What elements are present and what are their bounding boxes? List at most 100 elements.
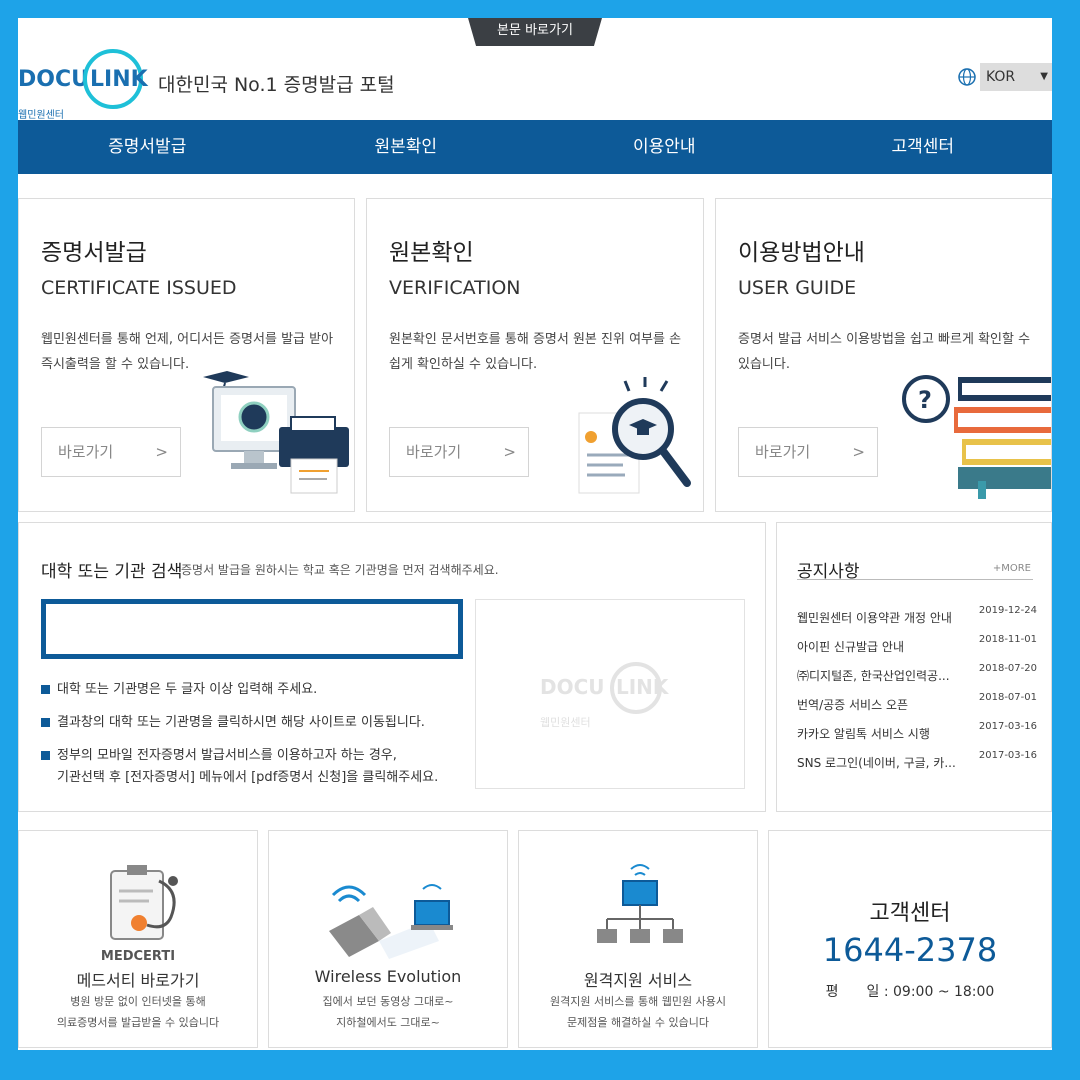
card-description: 원본확인 문서번호를 통해 증명서 원본 진위 여부를 손쉽게 확인하실 수 있… (389, 332, 682, 372)
search-help-item: 정부의 모바일 전자증명서 발급서비스를 이용하고자 하는 경우, 기관선택 후… (41, 745, 461, 789)
svg-text:?: ? (918, 386, 932, 414)
card-title: 원본확인 (389, 240, 474, 266)
notice-item-date: 2018-07-20 (978, 663, 1037, 674)
chevron-right-icon: > (155, 443, 168, 461)
card-verification: 원본확인 VERIFICATION 원본확인 문서번호를 통해 증명서 원본 진… (366, 198, 704, 512)
logo-subtitle: 웹민원센터 (18, 110, 64, 121)
chevron-right-icon: > (852, 443, 865, 461)
button-label: 바로가기 (58, 443, 114, 461)
notice-item[interactable]: ㈜디지털존, 한국산업인력공... 2018-07-20 (797, 663, 1037, 692)
notice-item[interactable]: SNS 로그인(네이버, 구글, 카... 2017-03-16 (797, 750, 1037, 779)
card-user-guide: 이용방법안내 USER GUIDE 증명서 발급 서비스 이용방법을 쉽고 빠르… (715, 198, 1052, 512)
books-question-illustration: ? (902, 375, 1051, 499)
notice-item-title: 카카오 알림톡 서비스 시행 (797, 727, 930, 741)
search-subtitle: 증명서 발급을 원하시는 학교 혹은 기관명을 먼저 검색해주세요. (181, 563, 499, 577)
user-guide-go-button[interactable]: 바로가기 > (738, 427, 878, 477)
tile-description: 원격지원 서비스를 통해 웹민원 사용시 문제점을 해결하실 수 있습니다 (519, 991, 757, 1033)
search-help-list: 대학 또는 기관명은 두 글자 이상 입력해 주세요. 결과창의 대학 또는 기… (41, 679, 461, 800)
search-input[interactable] (41, 599, 463, 659)
notice-item[interactable]: 웹민원센터 이용약관 개정 안내 2019-12-24 (797, 605, 1037, 634)
card-subtitle: VERIFICATION (389, 277, 521, 299)
chevron-right-icon: > (503, 443, 516, 461)
notice-panel: 공지사항 +MORE 웹민원센터 이용약관 개정 안내 2019-12-24 아이… (776, 522, 1052, 812)
page: 본문 바로가기 DOCU LINK 웹민원센터 대한민국 No.1 증명발급 포… (18, 18, 1052, 1050)
card-title: 이용방법안내 (738, 240, 865, 266)
search-title: 대학 또는 기관 검색 (41, 562, 183, 582)
tile-line: 문제점을 해결하실 수 있습니다 (566, 1016, 710, 1029)
language-selector[interactable]: KOR ▼ (958, 62, 1052, 92)
tile-line: 병원 방문 없이 인터넷을 통해 (70, 995, 206, 1008)
notice-item-title: SNS 로그인(네이버, 구글, 카... (797, 756, 956, 770)
search-result-area: DOCU LINK 웹민원센터 (475, 599, 745, 789)
tile-title: 원격지원 서비스 (583, 971, 693, 990)
nav-item-guide[interactable]: 이용안내 (535, 120, 794, 174)
search-help-item: 대학 또는 기관명은 두 글자 이상 입력해 주세요. (41, 679, 461, 701)
clipboard-stethoscope-icon (110, 865, 178, 940)
tile-line: 집에서 보던 동영상 그대로~ (322, 995, 454, 1008)
customer-center-phone[interactable]: 1644-2378 (769, 931, 1051, 969)
tile-description: 집에서 보던 동영상 그대로~ 지하철에서도 그대로~ (269, 991, 507, 1033)
magnifier-certificate-illustration (578, 377, 691, 494)
svg-text:DOCU: DOCU (18, 67, 89, 92)
notice-list: 웹민원센터 이용약관 개정 안내 2019-12-24 아이핀 신규발급 안내 20… (797, 605, 1037, 779)
notice-item[interactable]: 카카오 알림톡 서비스 시행 2017-03-16 (797, 721, 1037, 750)
header: DOCU LINK 웹민원센터 대한민국 No.1 증명발급 포털 KOR ▼ (18, 46, 1052, 121)
remote-support-tile[interactable]: 원격지원 서비스 원격지원 서비스를 통해 웹민원 사용시 문제점을 해결하실 … (518, 830, 758, 1048)
notice-item[interactable]: 번역/공증 서비스 오픈 2018-07-01 (797, 692, 1037, 721)
card-title: 증명서발급 (41, 240, 147, 266)
tile-title: 메드서티 바로가기 (76, 971, 200, 990)
svg-text:DOCU: DOCU (540, 675, 605, 699)
medcerti-brand: MEDCERTI (100, 949, 176, 964)
notice-item-title: 아이핀 신규발급 안내 (797, 640, 904, 654)
button-label: 바로가기 (755, 443, 811, 461)
chevron-down-icon: ▼ (1040, 71, 1048, 82)
computer-printer-illustration (203, 371, 349, 494)
tile-line: 의료증명서를 발급받을 수 있습니다 (56, 1016, 220, 1029)
svg-text:LINK: LINK (90, 67, 149, 92)
card-subtitle: CERTIFICATE ISSUED (41, 277, 237, 299)
skip-to-content-link[interactable]: 본문 바로가기 (468, 18, 602, 46)
button-label: 바로가기 (406, 443, 462, 461)
site-tagline: 대한민국 No.1 증명발급 포털 (158, 74, 395, 96)
verification-go-button[interactable]: 바로가기 > (389, 427, 529, 477)
customer-center-title: 고객센터 (869, 901, 951, 926)
doculink-logo[interactable]: DOCU LINK (18, 46, 153, 112)
notice-item-title: ㈜디지털존, 한국산업인력공... (797, 669, 950, 683)
language-select[interactable]: KOR ▼ (980, 63, 1052, 91)
notice-item-date: 2017-03-16 (978, 750, 1037, 761)
card-description: 증명서 발급 서비스 이용방법을 쉽고 빠르게 확인할 수 있습니다. (738, 332, 1031, 372)
certificate-go-button[interactable]: 바로가기 > (41, 427, 181, 477)
nav-item-verification[interactable]: 원본확인 (277, 120, 536, 174)
institution-search-panel: 대학 또는 기관 검색 증명서 발급을 원하시는 학교 혹은 기관명을 먼저 검… (18, 522, 766, 812)
notice-item-date: 2017-03-16 (978, 721, 1037, 732)
card-subtitle: USER GUIDE (738, 277, 857, 299)
nav-item-customer-center[interactable]: 고객센터 (794, 120, 1053, 174)
notice-item-date: 2019-12-24 (978, 605, 1037, 616)
globe-icon (958, 68, 976, 86)
nav-item-certificate[interactable]: 증명서발급 (18, 120, 277, 174)
network-computers-icon (597, 864, 683, 943)
search-help-item: 결과창의 대학 또는 기관명을 클릭하시면 해당 사이트로 이동됩니다. (41, 712, 461, 734)
main-nav: 증명서발급 원본확인 이용안내 고객센터 (18, 120, 1052, 174)
watermark-subtitle: 웹민원센터 (540, 716, 591, 729)
customer-center-hours: 평 일 : 09:00 ~ 18:00 (825, 984, 995, 1000)
notice-item-title: 웹민원센터 이용약관 개정 안내 (797, 611, 952, 625)
card-description: 웹민원센터를 통해 언제, 어디서든 증명서를 발급 받아 즉시출력을 할 수 … (41, 332, 334, 372)
customer-center-tile: 고객센터 1644-2378 평 일 : 09:00 ~ 18:00 (768, 830, 1052, 1048)
language-value: KOR (986, 69, 1016, 85)
divider (797, 579, 1033, 580)
tile-title: Wireless Evolution (314, 967, 462, 986)
notice-more-link[interactable]: +MORE (993, 563, 1031, 574)
tile-description: 병원 방문 없이 인터넷을 통해 의료증명서를 발급받을 수 있습니다 (19, 991, 257, 1033)
wireless-tile[interactable]: Wireless Evolution 집에서 보던 동영상 그대로~ 지하철에서… (268, 830, 508, 1048)
wireless-usb-icon (329, 884, 453, 959)
card-certificate: 증명서발급 CERTIFICATE ISSUED 웹민원센터를 통해 언제, 어… (18, 198, 355, 512)
tile-line: 원격지원 서비스를 통해 웹민원 사용시 (550, 995, 726, 1008)
notice-item-date: 2018-11-01 (978, 634, 1037, 645)
tile-line: 지하철에서도 그대로~ (336, 1016, 440, 1029)
notice-item-date: 2018-07-01 (978, 692, 1037, 703)
notice-item-title: 번역/공증 서비스 오픈 (797, 698, 909, 712)
medcerti-tile[interactable]: MEDCERTI 메드서티 바로가기 병원 방문 없이 인터넷을 통해 의료증명… (18, 830, 258, 1048)
notice-item[interactable]: 아이핀 신규발급 안내 2018-11-01 (797, 634, 1037, 663)
svg-text:LINK: LINK (616, 675, 670, 699)
